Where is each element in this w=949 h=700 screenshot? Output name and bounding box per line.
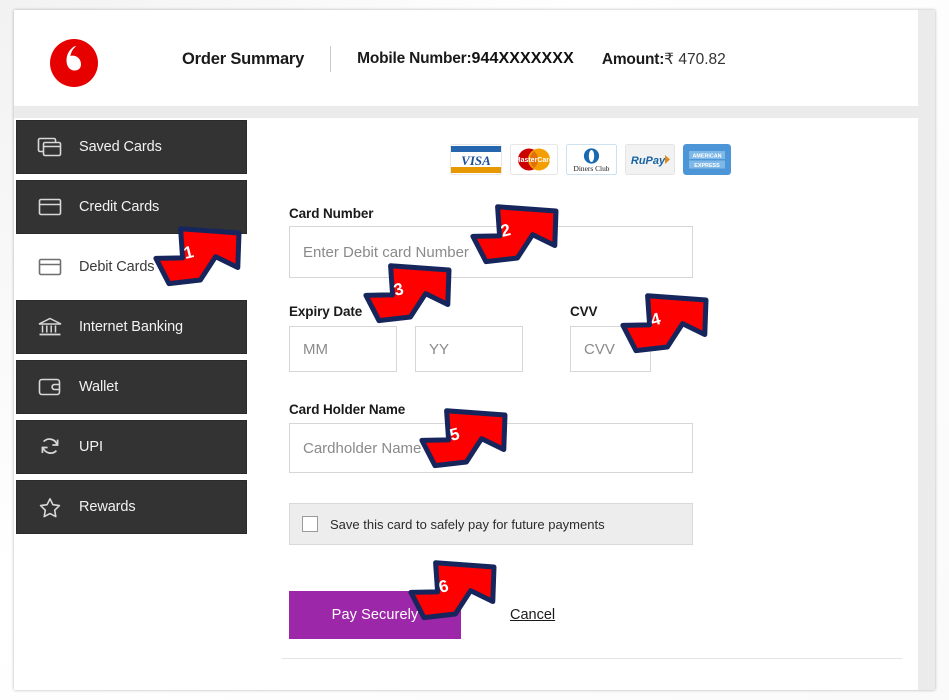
sidebar-item-debit-cards[interactable]: Debit Cards — [16, 240, 247, 294]
cvv-label: CVV — [570, 304, 598, 319]
sidebar-item-label: Rewards — [79, 499, 136, 515]
card-number-label: Card Number — [289, 206, 374, 221]
sidebar-item-label: Wallet — [79, 379, 119, 395]
sidebar-item-label: Credit Cards — [79, 199, 160, 215]
card-payment-form: VISA MasterCard Diners Club RuPay AMERIC… — [260, 118, 918, 690]
wallet-icon — [35, 374, 65, 400]
sidebar-item-wallet[interactable]: Wallet — [16, 360, 247, 414]
accepted-card-brands: VISA MasterCard Diners Club RuPay AMERIC… — [450, 144, 731, 175]
visa-logo: VISA — [450, 144, 502, 175]
sidebar-item-label: Debit Cards — [79, 259, 155, 275]
rupay-logo: RuPay — [625, 144, 675, 175]
save-card-checkbox[interactable] — [302, 516, 318, 532]
save-card-row[interactable]: Save this card to safely pay for future … — [289, 503, 693, 545]
card-number-input[interactable] — [289, 226, 693, 278]
sidebar-item-label: Internet Banking — [79, 319, 183, 335]
mobile-number-group: Mobile Number: 944XXXXXXX — [357, 50, 574, 68]
card-holder-name-input[interactable] — [289, 423, 693, 473]
bank-icon — [35, 314, 65, 340]
pay-securely-button[interactable]: Pay Securely — [289, 591, 461, 639]
header-divider — [330, 46, 332, 72]
mobile-number-value: 944XXXXXXX — [471, 50, 574, 67]
amount-value: ₹ 470.82 — [664, 50, 726, 68]
order-summary-header: Order Summary Mobile Number: 944XXXXXXX … — [14, 10, 918, 106]
credit-card-icon — [35, 194, 65, 220]
payment-method-sidebar: Saved Cards Credit Cards Debit Cards Int… — [16, 120, 247, 540]
svg-text:MasterCard: MasterCard — [515, 157, 554, 164]
sidebar-item-credit-cards[interactable]: Credit Cards — [16, 180, 247, 234]
header-text-group: Order Summary Mobile Number: 944XXXXXXX … — [182, 44, 726, 74]
payment-body: Saved Cards Credit Cards Debit Cards Int… — [14, 118, 918, 690]
sidebar-item-upi[interactable]: UPI — [16, 420, 247, 474]
save-card-label: Save this card to safely pay for future … — [330, 516, 605, 532]
sidebar-item-internet-banking[interactable]: Internet Banking — [16, 300, 247, 354]
card-holder-name-label: Card Holder Name — [289, 402, 406, 417]
svg-text:Diners Club: Diners Club — [574, 164, 610, 173]
sidebar-item-label: Saved Cards — [79, 139, 162, 155]
expiry-year-input[interactable] — [415, 326, 523, 372]
vodafone-speechmark-logo — [47, 36, 101, 90]
mobile-number-label: Mobile Number: — [357, 50, 472, 67]
refresh-arrows-icon — [35, 434, 65, 460]
svg-text:VISA: VISA — [461, 153, 491, 168]
expiry-month-input[interactable] — [289, 326, 397, 372]
svg-text:AMERICAN: AMERICAN — [692, 153, 721, 159]
amount-group: Amount: ₹ 470.82 — [602, 50, 726, 69]
debit-card-icon — [35, 254, 65, 280]
sidebar-item-saved-cards[interactable]: Saved Cards — [16, 120, 247, 174]
svg-text:RuPay: RuPay — [631, 155, 666, 167]
cancel-link[interactable]: Cancel — [510, 607, 555, 623]
stacked-cards-icon — [35, 134, 65, 160]
svg-text:EXPRESS: EXPRESS — [694, 163, 720, 169]
star-icon — [35, 494, 65, 520]
sidebar-item-label: UPI — [79, 439, 103, 455]
cvv-input[interactable] — [570, 326, 651, 372]
mastercard-logo: MasterCard — [510, 144, 558, 175]
expiry-date-label: Expiry Date — [289, 304, 363, 319]
form-bottom-divider — [282, 658, 902, 659]
amount-label: Amount: — [601, 50, 665, 68]
page-background: Order Summary Mobile Number: 944XXXXXXX … — [0, 0, 949, 700]
sidebar-item-rewards[interactable]: Rewards — [16, 480, 247, 534]
diners-club-logo: Diners Club — [566, 144, 617, 175]
american-express-logo: AMERICAN EXPRESS — [683, 144, 731, 175]
page-title: Order Summary — [182, 49, 305, 68]
